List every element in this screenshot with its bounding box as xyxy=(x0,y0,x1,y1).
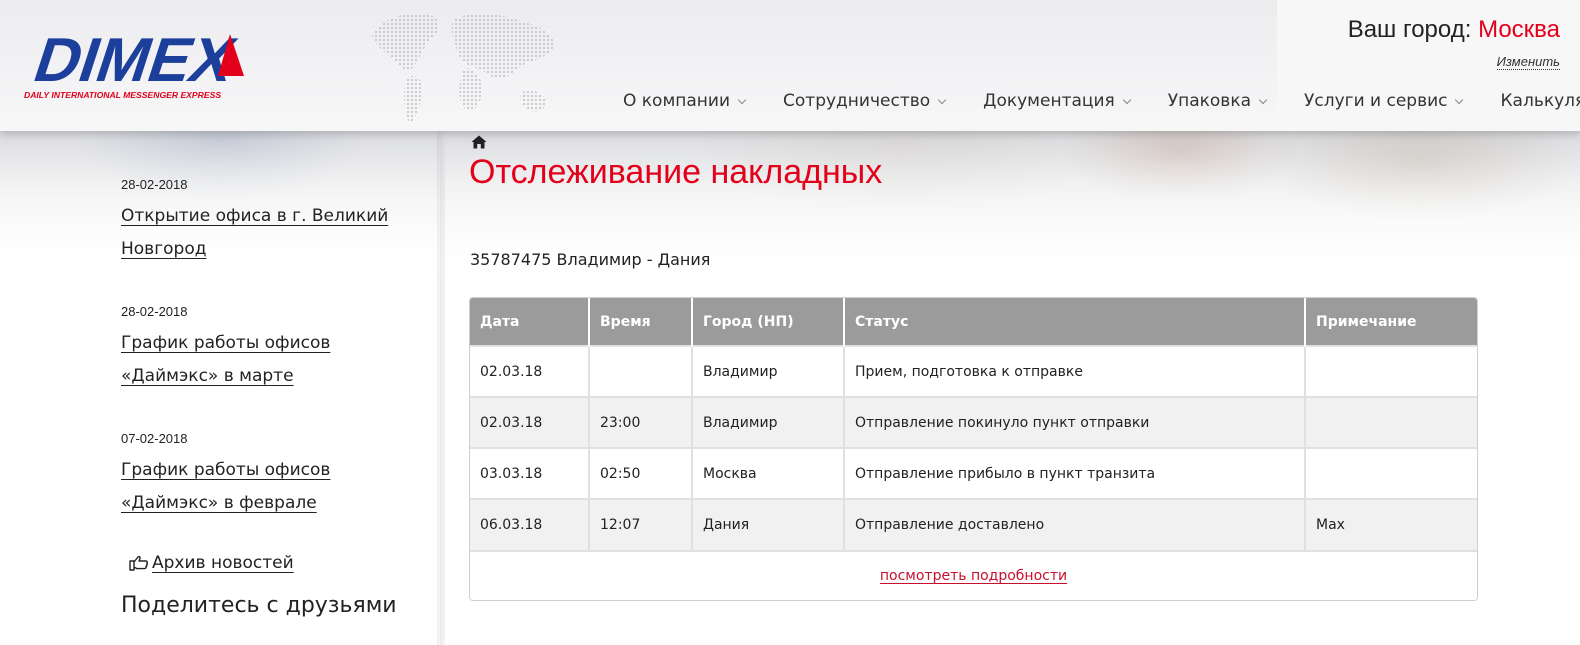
chevron-down-icon xyxy=(737,95,747,104)
main-nav: О компании Сотрудничество Документация У… xyxy=(623,89,1580,113)
column-header-note: Примечание xyxy=(1305,298,1477,346)
news-date: 07-02-2018 xyxy=(121,431,188,446)
city-line: Ваш город: Москва xyxy=(1348,16,1560,44)
table-row: 06.03.18 12:07 Дания Отправление доставл… xyxy=(470,498,1477,550)
news-item: 28-02-2018 График работы офисов «Даймэкс… xyxy=(121,304,431,393)
nav-item-label: Упаковка xyxy=(1167,91,1251,111)
chevron-down-icon xyxy=(1258,95,1268,104)
chevron-down-icon xyxy=(937,95,947,104)
nav-item-label: Услуги и сервис xyxy=(1304,91,1448,111)
page-title: Отслеживание накладных xyxy=(469,153,883,191)
home-icon[interactable] xyxy=(471,135,487,149)
column-header-city: Город (НП) xyxy=(692,298,845,346)
news-item: 28-02-2018 Открытие офиса в г. Великий Н… xyxy=(121,177,431,266)
tracking-table: Дата Время Город (НП) Статус Примечание … xyxy=(469,297,1478,601)
view-details-link[interactable]: посмотреть подробности xyxy=(880,568,1067,584)
logo-wordmark: DIMEX xyxy=(26,26,245,95)
column-header-status: Статус xyxy=(844,298,1306,346)
cell-note xyxy=(1305,447,1477,499)
cell-city: Владимир xyxy=(692,345,845,397)
table-row: 03.03.18 02:50 Москва Отправление прибыл… xyxy=(470,447,1477,499)
change-city-link[interactable]: Изменить xyxy=(1496,54,1560,70)
cell-date: 06.03.18 xyxy=(470,498,590,550)
column-header-date: Дата xyxy=(470,298,590,346)
news-link[interactable]: Открытие офиса в г. Великий Новгород xyxy=(121,200,431,266)
nav-item-documentation[interactable]: Документация xyxy=(983,91,1131,111)
share-title: Поделитесь с друзьями xyxy=(121,593,397,618)
cell-status: Прием, подготовка к отправке xyxy=(844,345,1306,397)
nav-item-label: Документация xyxy=(983,91,1115,111)
cell-city: Владимир xyxy=(692,396,845,448)
cell-date: 02.03.18 xyxy=(470,345,590,397)
cell-note: Max xyxy=(1305,498,1477,550)
cell-note xyxy=(1305,396,1477,448)
nav-item-label: Калькулятор xyxy=(1500,91,1580,111)
news-item: 07-02-2018 График работы офисов «Даймэкс… xyxy=(121,431,431,520)
nav-item-packaging[interactable]: Упаковка xyxy=(1167,91,1268,111)
sidebar-divider xyxy=(437,131,445,645)
chevron-down-icon xyxy=(1455,95,1464,104)
news-sidebar: 28-02-2018 Открытие офиса в г. Великий Н… xyxy=(0,131,440,645)
chevron-down-icon xyxy=(1122,95,1131,104)
cell-city: Дания xyxy=(692,498,845,550)
pointing-hand-icon xyxy=(129,555,148,571)
city-name[interactable]: Москва xyxy=(1478,16,1560,43)
cell-date: 03.03.18 xyxy=(470,447,590,499)
waybill-summary: 35787475 Владимир - Дания xyxy=(470,250,711,269)
nav-item-cooperation[interactable]: Сотрудничество xyxy=(783,91,947,111)
nav-item-calculator[interactable]: Калькулятор xyxy=(1500,91,1580,111)
cell-time: 02:50 xyxy=(589,447,693,499)
dimex-logo[interactable]: DIMEX DAILY INTERNATIONAL MESSENGER EXPR… xyxy=(22,26,302,104)
cell-status: Отправление доставлено xyxy=(844,498,1306,550)
cell-date: 02.03.18 xyxy=(470,396,590,448)
cell-time: 12:07 xyxy=(589,498,693,550)
column-header-time: Время xyxy=(589,298,693,346)
cell-status: Отправление прибыло в пункт транзита xyxy=(844,447,1306,499)
table-header-row: Дата Время Город (НП) Статус Примечание xyxy=(470,298,1477,346)
news-link[interactable]: График работы офисов «Даймэкс» в марте xyxy=(121,327,431,393)
cell-city: Москва xyxy=(692,447,845,499)
city-selector: Ваш город: Москва Изменить xyxy=(1348,16,1560,70)
news-date: 28-02-2018 xyxy=(121,304,188,319)
nav-item-label: О компании xyxy=(623,91,731,111)
cell-note xyxy=(1305,345,1477,397)
news-archive-link[interactable]: Архив новостей xyxy=(129,553,294,573)
nav-item-services[interactable]: Услуги и сервис xyxy=(1304,91,1464,111)
archive-label: Архив новостей xyxy=(152,553,294,573)
cell-status: Отправление покинуло пункт отправки xyxy=(844,396,1306,448)
city-label: Ваш город: xyxy=(1347,16,1472,43)
table-row: 02.03.18 23:00 Владимир Отправление поки… xyxy=(470,396,1477,448)
nav-item-label: Сотрудничество xyxy=(783,91,931,111)
nav-item-about[interactable]: О компании xyxy=(623,91,747,111)
world-map-decoration xyxy=(372,13,555,124)
news-link[interactable]: График работы офисов «Даймэкс» в феврале xyxy=(121,454,431,520)
table-row: 02.03.18 Владимир Прием, подготовка к от… xyxy=(470,345,1477,397)
cell-time xyxy=(589,345,693,397)
details-row: посмотреть подробности xyxy=(470,550,1477,600)
logo-tagline: DAILY INTERNATIONAL MESSENGER EXPRESS xyxy=(24,90,221,100)
news-date: 28-02-2018 xyxy=(121,177,188,192)
cell-time: 23:00 xyxy=(589,396,693,448)
site-header: DIMEX DAILY INTERNATIONAL MESSENGER EXPR… xyxy=(0,0,1580,131)
